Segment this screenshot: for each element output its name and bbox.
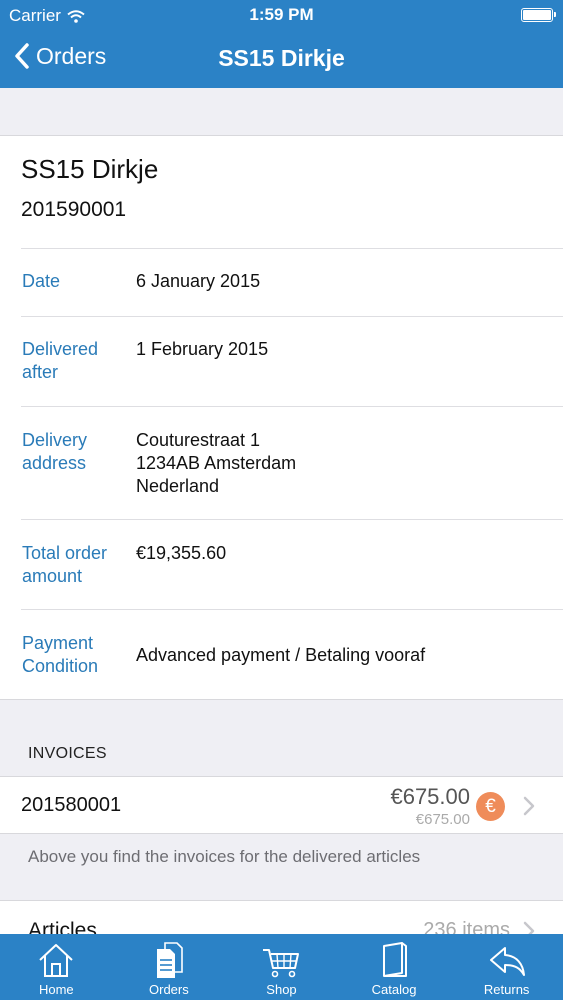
tab-catalog[interactable]: Catalog <box>338 934 451 1000</box>
orders-icon <box>156 942 183 978</box>
delivery-address-value: Couturestraat 1 1234AB Amsterdam Nederla… <box>136 430 297 496</box>
divider <box>21 519 563 520</box>
tab-shop[interactable]: Shop <box>225 934 338 1000</box>
invoice-row[interactable]: 201580001 €675.00 €675.00 € <box>0 776 563 834</box>
tab-returns[interactable]: Returns <box>450 934 563 1000</box>
invoice-amount: €675.00 <box>390 784 470 809</box>
tab-catalog-label: Catalog <box>371 982 417 997</box>
date-value: 6 January 2015 <box>136 271 261 291</box>
invoices-footer-note: Above you find the invoices for the deli… <box>28 847 421 866</box>
invoice-number: 201580001 <box>21 794 122 816</box>
delivered-after-value: 1 February 2015 <box>136 339 269 359</box>
divider <box>21 316 563 317</box>
divider <box>21 248 563 249</box>
navigation-bar: Orders SS15 Dirkje <box>0 36 563 80</box>
tab-bar: Home Orders Shop Catalog Returns <box>0 934 563 1000</box>
euro-icon: € <box>476 792 505 821</box>
payment-condition-label: Payment Condition <box>22 633 99 676</box>
divider <box>21 406 563 407</box>
tab-home-label: Home <box>38 982 74 997</box>
invoice-paid-amount: €675.00 <box>415 811 470 828</box>
payment-condition-value: Advanced payment / Betaling vooraf <box>136 645 426 665</box>
tab-orders-label: Orders <box>149 982 189 997</box>
order-number: 201590001 <box>21 198 127 221</box>
order-details-card: SS15 Dirkje 201590001 Date 6 January 201… <box>0 135 563 700</box>
invoices-section-header: INVOICES <box>28 745 107 762</box>
catalog-icon <box>383 942 408 977</box>
return-icon <box>489 947 525 976</box>
delivered-after-label: Delivered after <box>22 339 99 382</box>
delivery-address-label: Delivery address <box>22 430 88 473</box>
app-header: Carrier 1:59 PM Orders SS15 Dirkje <box>0 0 563 88</box>
date-label: Date <box>22 271 61 291</box>
status-bar: Carrier 1:59 PM <box>0 0 563 30</box>
status-time: 1:59 PM <box>249 5 314 24</box>
tab-home[interactable]: Home <box>0 934 113 1000</box>
home-icon <box>39 944 73 977</box>
tab-returns-label: Returns <box>483 982 530 997</box>
total-amount-label: Total order amount <box>22 543 108 586</box>
chevron-right-icon <box>523 796 535 816</box>
total-amount-value: €19,355.60 <box>136 543 227 563</box>
tab-shop-label: Shop <box>266 982 297 997</box>
order-name: SS15 Dirkje <box>21 154 159 184</box>
battery-icon <box>521 8 556 22</box>
tab-orders[interactable]: Orders <box>113 934 226 1000</box>
cart-icon <box>263 949 300 978</box>
divider <box>21 609 563 610</box>
page-title: SS15 Dirkje <box>218 45 345 71</box>
